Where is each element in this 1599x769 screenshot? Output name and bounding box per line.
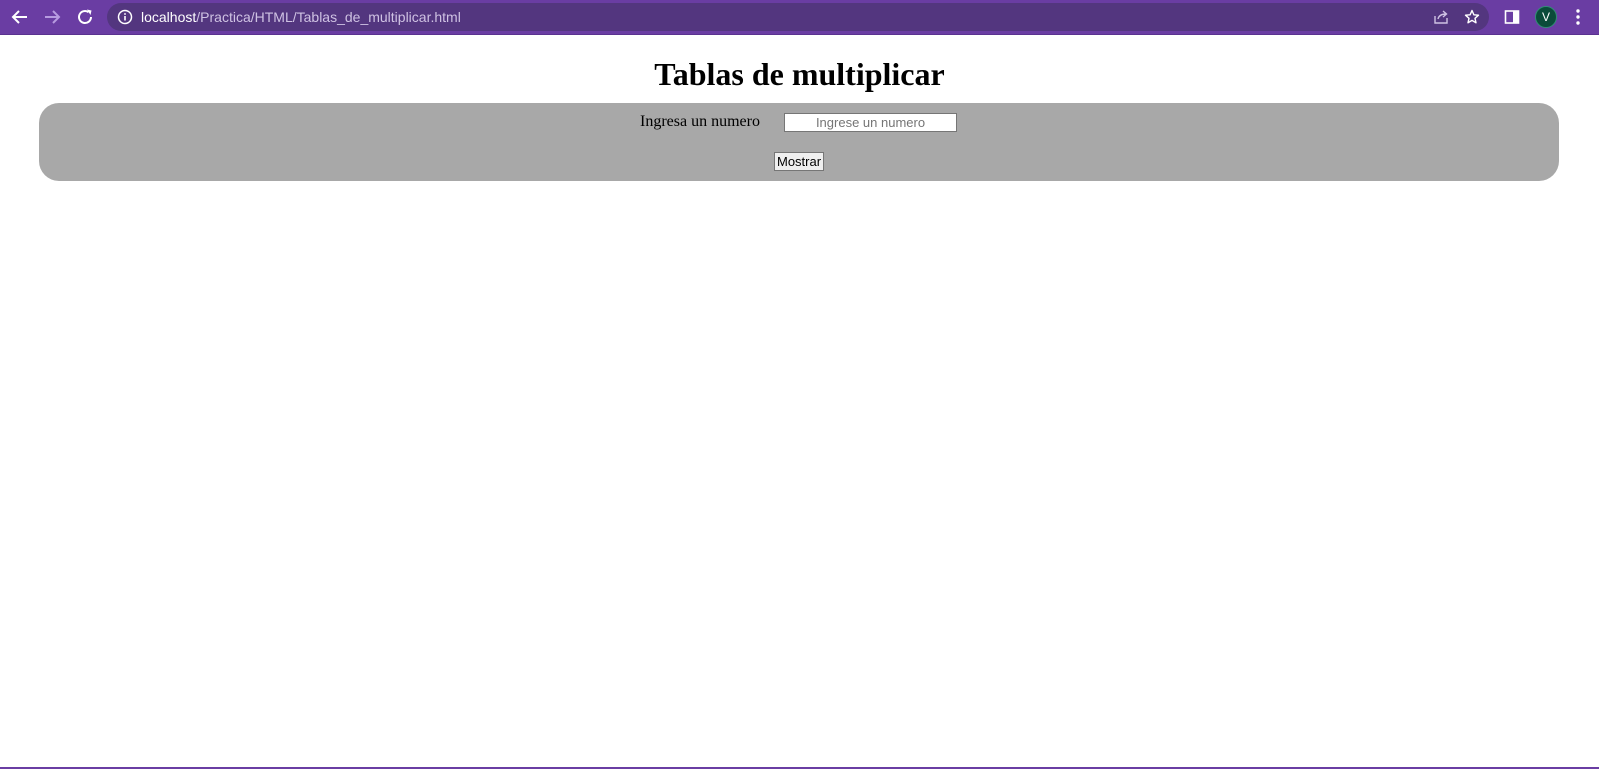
bookmark-star-icon (1464, 9, 1480, 24)
url-path: /Practica/HTML/Tablas_de_multiplicar.htm… (196, 9, 461, 25)
browser-toolbar: localhost/Practica/HTML/Tablas_de_multip… (0, 0, 1599, 35)
back-arrow-icon (11, 10, 27, 24)
multiplication-form: Ingresa un numero Mostrar (39, 103, 1559, 181)
share-icon (1434, 10, 1448, 24)
number-input[interactable] (784, 113, 957, 132)
share-button[interactable] (1432, 8, 1450, 26)
profile-avatar[interactable]: V (1535, 6, 1557, 28)
site-info-icon[interactable] (117, 9, 133, 25)
side-panel-button[interactable] (1502, 7, 1522, 27)
url-host: localhost (141, 9, 197, 25)
reload-button[interactable] (73, 5, 97, 29)
reload-icon (78, 9, 92, 24)
forward-button[interactable] (40, 5, 64, 29)
address-bar[interactable]: localhost/Practica/HTML/Tablas_de_multip… (107, 3, 1489, 31)
forward-arrow-icon (45, 10, 61, 24)
browser-menu-button[interactable] (1568, 7, 1588, 27)
number-label: Ingresa un numero (640, 113, 760, 130)
show-button[interactable]: Mostrar (774, 152, 825, 171)
back-button[interactable] (8, 5, 32, 29)
side-panel-icon (1504, 10, 1520, 24)
kebab-menu-icon (1576, 9, 1580, 25)
page-title: Tablas de multiplicar (654, 56, 945, 92)
url-text[interactable]: localhost/Practica/HTML/Tablas_de_multip… (141, 3, 461, 31)
bookmark-button[interactable] (1463, 8, 1481, 26)
